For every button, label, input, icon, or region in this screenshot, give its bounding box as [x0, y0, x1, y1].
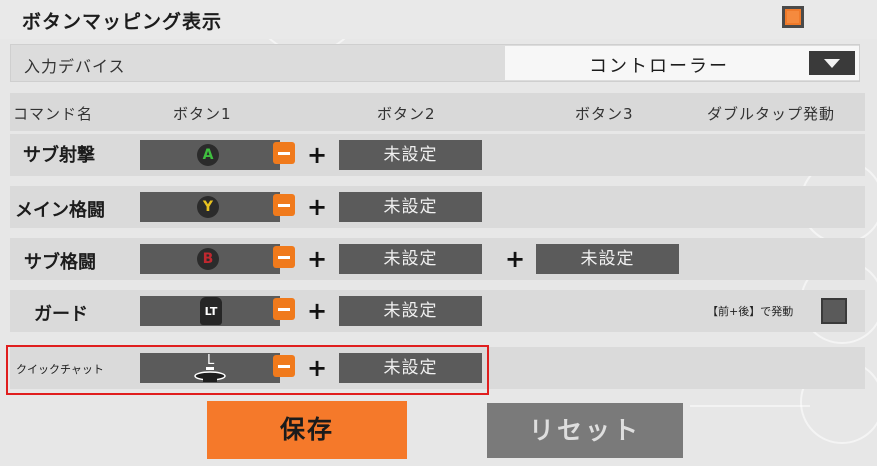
input-device-value: コントローラー	[589, 56, 729, 77]
button1-slot[interactable]: B	[140, 244, 280, 274]
command-name: サブ射撃	[23, 145, 95, 166]
input-device-select[interactable]: コントローラー	[505, 46, 859, 80]
remove-button[interactable]	[273, 142, 295, 164]
remove-button[interactable]	[273, 194, 295, 216]
button2-slot[interactable]: 未設定	[339, 244, 482, 274]
double-tap-label: 【前+後】で発動	[707, 305, 794, 318]
input-device-row: 入力デバイス コントローラー	[10, 44, 860, 82]
lt-trigger-icon: LT	[200, 297, 222, 325]
column-header-button2: ボタン2	[377, 105, 436, 123]
column-header-button3: ボタン3	[575, 105, 634, 123]
button3-slot[interactable]: 未設定	[536, 244, 679, 274]
command-name: メイン格闘	[15, 200, 105, 221]
background-decoration	[690, 405, 810, 407]
double-tap-checkbox[interactable]	[821, 298, 847, 324]
button1-slot[interactable]: Y	[140, 192, 280, 222]
a-button-icon: A	[197, 144, 219, 166]
button2-slot[interactable]: 未設定	[339, 192, 482, 222]
command-row: ガード LT + 未設定 【前+後】で発動	[10, 290, 865, 332]
plus-icon: +	[505, 245, 526, 273]
b-button-icon: B	[197, 248, 219, 270]
reset-button[interactable]: リセット	[487, 403, 683, 458]
plus-icon: +	[307, 141, 328, 169]
chevron-down-icon[interactable]	[809, 51, 855, 75]
button2-slot[interactable]: 未設定	[339, 140, 482, 170]
button1-slot[interactable]: A	[140, 140, 280, 170]
column-header-double-tap: ダブルタップ発動	[707, 105, 836, 123]
command-row: サブ格闘 B + 未設定 + 未設定	[10, 238, 865, 280]
selection-highlight	[6, 345, 489, 395]
mapping-display-checkbox[interactable]	[782, 6, 804, 28]
command-name: サブ格闘	[24, 252, 96, 273]
command-name: ガード	[34, 304, 88, 325]
plus-icon: +	[307, 245, 328, 273]
remove-button[interactable]	[273, 246, 295, 268]
mapping-display-row: ボタンマッピング表示	[0, 0, 877, 39]
command-row: サブ射撃 A + 未設定	[10, 134, 865, 176]
column-header-command: コマンド名	[13, 105, 94, 123]
save-button[interactable]: 保存	[207, 401, 407, 459]
y-button-icon: Y	[197, 196, 219, 218]
command-row: メイン格闘 Y + 未設定	[10, 186, 865, 228]
column-header-row: コマンド名 ボタン1 ボタン2 ボタン3 ダブルタップ発動	[10, 93, 865, 131]
plus-icon: +	[307, 297, 328, 325]
plus-icon: +	[307, 193, 328, 221]
mapping-display-label: ボタンマッピング表示	[22, 11, 223, 33]
button2-slot[interactable]: 未設定	[339, 296, 482, 326]
input-device-label: 入力デバイス	[24, 57, 126, 76]
remove-button[interactable]	[273, 298, 295, 320]
column-header-button1: ボタン1	[173, 105, 232, 123]
button1-slot[interactable]: LT	[140, 296, 280, 326]
